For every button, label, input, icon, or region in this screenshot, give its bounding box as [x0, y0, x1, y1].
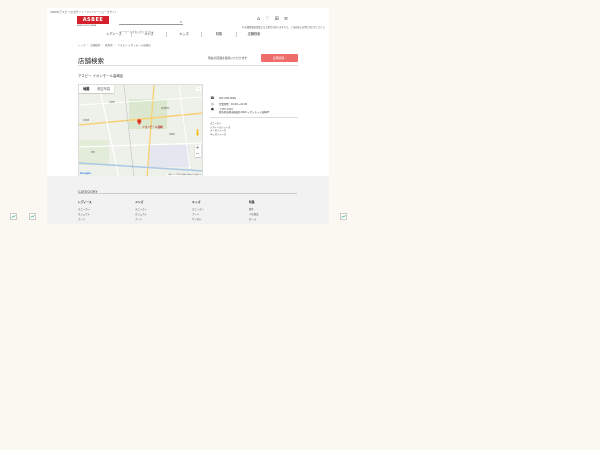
map-label: 倉賀野駅 — [161, 108, 170, 110]
google-logo: Google — [80, 171, 91, 175]
logo-text: ASBEE — [77, 16, 109, 24]
footer-link[interactable]: サンダル — [192, 217, 232, 222]
category-item: キッズシューズ — [210, 132, 226, 136]
store-categories: スニーカー レディースシューズ メンズシューズ キッズシューズ — [210, 122, 298, 136]
fullscreen-icon[interactable]: ⛶ — [196, 86, 201, 91]
site-logo[interactable]: ASBEE ASBEE SHOES MANIA — [77, 16, 109, 28]
info-row-address: ● 〒370-1201 群馬県高崎市棟高町1400 イオンモール高崎2F — [210, 107, 298, 115]
site-tagline: ASBEE(アスビー)公式サイトーファミリーシューズサイト — [50, 11, 118, 14]
favorite-icon[interactable]: ♡ — [265, 16, 269, 22]
logo-subtext: ASBEE SHOES MANIA — [77, 24, 97, 27]
page-title: 店舗検索 — [78, 57, 104, 65]
page-frame: ASBEE(アスビー)公式サイトーファミリーシューズサイト ASBEE ASBE… — [47, 8, 329, 224]
broken-image-icon — [10, 213, 17, 220]
nav-ladies[interactable]: レディース — [97, 31, 131, 37]
menu-icon[interactable]: ≡ — [284, 16, 288, 22]
footer-column: メンズ スニーカー カジュアル ブーツ — [135, 200, 175, 222]
footer: CATEGORY レディース スニーカー カジュアル ブーツ メンズ スニーカー… — [47, 176, 329, 224]
store-icon[interactable]: ⌂ — [257, 16, 260, 22]
footer-link[interactable]: ブーツ — [78, 217, 118, 222]
location-pin-icon[interactable] — [137, 119, 142, 125]
store-map[interactable]: 地図 航空写真 ⛶ + − イオンモール高崎 高崎線 倉賀野駅 岩鼻町 井野町 … — [78, 84, 203, 177]
nav-store-search[interactable]: 店舗検索 — [237, 31, 271, 37]
footer-column-title[interactable]: キッズ — [192, 200, 232, 204]
footer-column: 特集 新作 人気商品 セール — [249, 200, 289, 222]
breadcrumb: トップ › 店舗検索 › 群馬県 › アスビー イオンモール高崎店 — [78, 44, 151, 47]
phone-icon: ☎ — [210, 96, 215, 100]
header-notice: ※ 店舗情報は変更になる場合がありますので、ご来店前にお問い合わせください — [242, 26, 325, 29]
pin-label: イオンモール高崎 — [142, 126, 163, 129]
zoom-control: + − — [194, 145, 201, 157]
store-hours: 営業時間：10:00〜21:00 — [219, 102, 248, 106]
shop-name: アスビー イオンモール高崎店 — [78, 74, 124, 78]
nav-mens[interactable]: メンズ — [132, 31, 166, 37]
tab-map[interactable]: 地図 — [79, 85, 93, 93]
breadcrumb-item-store-search[interactable]: 店舗検索 — [90, 44, 100, 47]
map-label: 高崎線 — [83, 120, 90, 122]
map-label: 新町 — [91, 152, 96, 154]
map-label: 井野町 — [109, 102, 116, 104]
footer-column: キッズ スニーカー ブーツ サンダル — [192, 200, 232, 222]
info-divider — [210, 117, 298, 119]
footer-column-title[interactable]: 特集 — [249, 200, 289, 204]
pegman-icon[interactable] — [196, 129, 199, 136]
map-marker-icon: ● — [211, 107, 214, 112]
global-nav: レディース メンズ キッズ 特集 店舗検索 — [97, 31, 271, 37]
nav-kids[interactable]: キッズ — [167, 31, 201, 37]
map-label: 岩鼻町 — [169, 134, 176, 136]
nearby-stores-button[interactable]: 近隣店舗 › — [261, 54, 298, 62]
title-divider — [78, 65, 298, 66]
nearby-text: 現在の店舗を検索いただけます — [208, 56, 248, 60]
search-bar: ⌕ — [119, 18, 183, 36]
info-row-tel: ☎ 027-000-0000 — [210, 96, 298, 100]
map-attribution[interactable]: 地図データ ©2022 利用規約 地図の誤りを報告する — [167, 174, 202, 176]
footer-column: レディース スニーカー カジュアル ブーツ — [78, 200, 118, 222]
zoom-out-icon[interactable]: − — [195, 151, 201, 157]
info-row-hours: ◷ 営業時間：10:00〜21:00 — [210, 101, 298, 106]
cart-icon[interactable]: ⊞ — [275, 16, 279, 22]
footer-link[interactable]: セール — [249, 217, 289, 222]
store-address: 群馬県高崎市棟高町1400 イオンモール高崎2F — [219, 111, 270, 115]
tab-satellite[interactable]: 航空写真 — [93, 85, 114, 93]
clock-icon: ◷ — [211, 101, 214, 106]
footer-column-title[interactable]: レディース — [78, 200, 118, 204]
broken-image-icon — [340, 213, 347, 220]
search-icon[interactable]: ⌕ — [180, 19, 182, 24]
store-info: ☎ 027-000-0000 ◷ 営業時間：10:00〜21:00 ● 〒370… — [210, 96, 298, 136]
footer-column-title[interactable]: メンズ — [135, 200, 175, 204]
footer-link[interactable]: ブーツ — [135, 217, 175, 222]
footer-divider — [78, 193, 297, 194]
breadcrumb-item-top[interactable]: トップ — [78, 44, 86, 47]
breadcrumb-item-prefecture[interactable]: 群馬県 — [105, 44, 113, 47]
map-canvas[interactable] — [79, 85, 203, 177]
nav-features[interactable]: 特集 — [202, 31, 236, 37]
store-tel[interactable]: 027-000-0000 — [219, 97, 236, 100]
map-type-tabs: 地図 航空写真 — [79, 85, 115, 93]
broken-image-icon — [29, 213, 36, 220]
header-icons: ⌂ ♡ ⊞ ≡ — [257, 16, 288, 22]
breadcrumb-item-current: アスビー イオンモール高崎店 — [117, 44, 151, 47]
